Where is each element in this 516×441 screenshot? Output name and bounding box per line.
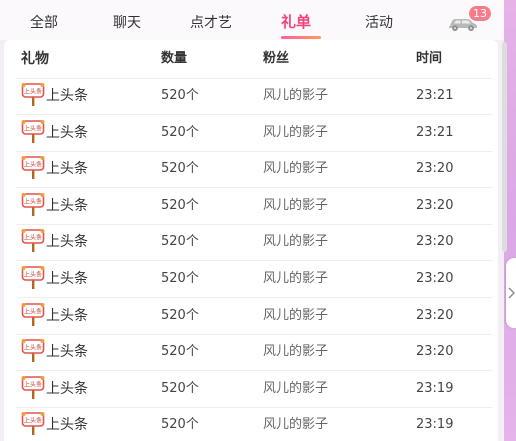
table-header: 礼物 数量 粉丝 时间 — [16, 40, 492, 79]
gift-name: 上头条 — [46, 417, 88, 434]
headline-sign-icon: 上头条 — [21, 266, 45, 289]
header-gift: 礼物 — [21, 51, 49, 67]
chevron-right-icon — [508, 287, 515, 299]
gift-name: 上头条 — [46, 234, 88, 251]
table-row: 上头条 上头条 520个 风儿的影子 23:19 — [16, 407, 492, 441]
time-cell: 23:19 — [416, 417, 454, 433]
tab-talent[interactable]: 点才艺 — [190, 12, 232, 32]
svg-text:上头条: 上头条 — [24, 417, 42, 425]
quantity-cell: 520个 — [161, 417, 199, 433]
gift-cell: 上头条 上头条 — [21, 261, 161, 298]
quantity-cell: 520个 — [161, 271, 199, 286]
scrollbar[interactable] — [502, 42, 507, 252]
gift-name: 上头条 — [46, 271, 88, 287]
svg-text:上头条: 上头条 — [24, 234, 42, 242]
quantity-cell: 520个 — [161, 197, 199, 213]
fan-cell: 风儿的影子 — [263, 161, 329, 177]
gift-name: 上头条 — [46, 161, 88, 178]
headline-sign-icon: 上头条 — [21, 412, 45, 436]
fan-cell: 风儿的影子 — [263, 197, 329, 213]
tab-chat[interactable]: 聊天 — [113, 12, 141, 32]
tab-bar: 全部 聊天 点才艺 礼单 活动 13 — [0, 0, 504, 40]
time-cell: 23:20 — [416, 271, 454, 286]
gift-name: 上头条 — [46, 344, 88, 361]
quantity-cell: 520个 — [161, 88, 199, 103]
svg-text:上头条: 上头条 — [24, 88, 42, 96]
gift-name: 上头条 — [46, 380, 88, 397]
time-cell: 23:20 — [416, 197, 454, 213]
table-row: 上头条 上头条 520个 风儿的影子 23:20 — [16, 334, 492, 372]
time-cell: 23:20 — [416, 344, 454, 360]
fan-cell: 风儿的影子 — [263, 344, 329, 360]
headline-sign-icon: 上头条 — [21, 119, 45, 143]
fan-cell: 风儿的影子 — [263, 234, 329, 250]
svg-text:上头条: 上头条 — [24, 124, 42, 132]
headline-sign-icon: 上头条 — [21, 339, 45, 363]
time-cell: 23:20 — [416, 307, 454, 323]
gift-cell: 上头条 上头条 — [21, 78, 161, 115]
quantity-cell: 520个 — [161, 380, 199, 396]
gift-cell: 上头条 上头条 — [21, 188, 161, 225]
gift-cell: 上头条 上头条 — [21, 371, 161, 408]
table-row: 上头条 上头条 520个 风儿的影子 23:21 — [16, 115, 492, 152]
fan-cell: 风儿的影子 — [263, 380, 329, 396]
svg-text:上头条: 上头条 — [24, 271, 42, 279]
header-quantity: 数量 — [161, 51, 188, 66]
time-cell: 23:21 — [416, 88, 454, 103]
headline-sign-icon: 上头条 — [21, 302, 45, 326]
car-button[interactable]: 13 — [447, 6, 497, 36]
headline-sign-icon: 上头条 — [21, 375, 45, 399]
gift-cell: 上头条 上头条 — [21, 115, 161, 152]
time-cell: 23:19 — [416, 380, 454, 396]
gift-name: 上头条 — [46, 197, 88, 214]
header-fan: 粉丝 — [263, 51, 290, 66]
table-row: 上头条 上头条 520个 风儿的影子 23:20 — [16, 298, 492, 335]
table-row: 上头条 上头条 520个 风儿的影子 23:20 — [16, 261, 492, 298]
svg-text:上头条: 上头条 — [24, 197, 42, 205]
fan-cell: 风儿的影子 — [263, 124, 329, 140]
gift-name: 上头条 — [46, 124, 88, 141]
tab-gift-list[interactable]: 礼单 — [281, 11, 311, 32]
table-row: 上头条 上头条 520个 风儿的影子 23:20 — [16, 188, 492, 225]
svg-text:上头条: 上头条 — [24, 380, 42, 388]
header-time: 时间 — [416, 51, 443, 66]
gift-cell: 上头条 上头条 — [21, 224, 161, 261]
time-cell: 23:20 — [416, 234, 454, 250]
fan-cell: 风儿的影子 — [263, 417, 329, 433]
gift-cell: 上头条 上头条 — [21, 334, 161, 371]
table-row: 上头条 上头条 520个 风儿的影子 23:21 — [16, 78, 492, 115]
svg-text:上头条: 上头条 — [24, 161, 42, 169]
quantity-cell: 520个 — [161, 161, 199, 177]
headline-sign-icon: 上头条 — [21, 156, 45, 180]
gift-cell: 上头条 上头条 — [21, 298, 161, 335]
tab-all[interactable]: 全部 — [30, 12, 58, 32]
quantity-cell: 520个 — [161, 344, 199, 360]
tab-events[interactable]: 活动 — [365, 12, 393, 32]
quantity-cell: 520个 — [161, 307, 199, 323]
headline-sign-icon: 上头条 — [21, 229, 45, 253]
gift-list-panel: 礼物 数量 粉丝 时间 上头条 上头条 520个 风儿的影子 23:21 上头条 上头条 52… — [4, 40, 498, 441]
headline-sign-icon: 上头条 — [21, 192, 45, 216]
headline-sign-icon: 上头条 — [21, 83, 45, 106]
svg-text:上头条: 上头条 — [24, 344, 42, 352]
fan-cell: 风儿的影子 — [263, 88, 329, 103]
svg-text:上头条: 上头条 — [24, 307, 42, 315]
fan-cell: 风儿的影子 — [263, 271, 329, 286]
gift-cell: 上头条 上头条 — [21, 407, 161, 441]
gift-name: 上头条 — [46, 307, 88, 324]
quantity-cell: 520个 — [161, 124, 199, 140]
time-cell: 23:21 — [416, 124, 454, 140]
gift-name: 上头条 — [46, 88, 88, 104]
gift-cell: 上头条 上头条 — [21, 151, 161, 188]
table-row: 上头条 上头条 520个 风儿的影子 23:20 — [16, 151, 492, 189]
side-expand-handle[interactable] — [506, 258, 516, 328]
table-row: 上头条 上头条 520个 风儿的影子 23:20 — [16, 224, 492, 262]
active-tab-underline — [281, 36, 321, 39]
table-row: 上头条 上头条 520个 风儿的影子 23:19 — [16, 371, 492, 408]
quantity-cell: 520个 — [161, 234, 199, 250]
car-count-badge: 13 — [469, 6, 491, 21]
time-cell: 23:20 — [416, 161, 454, 177]
fan-cell: 风儿的影子 — [263, 307, 329, 323]
